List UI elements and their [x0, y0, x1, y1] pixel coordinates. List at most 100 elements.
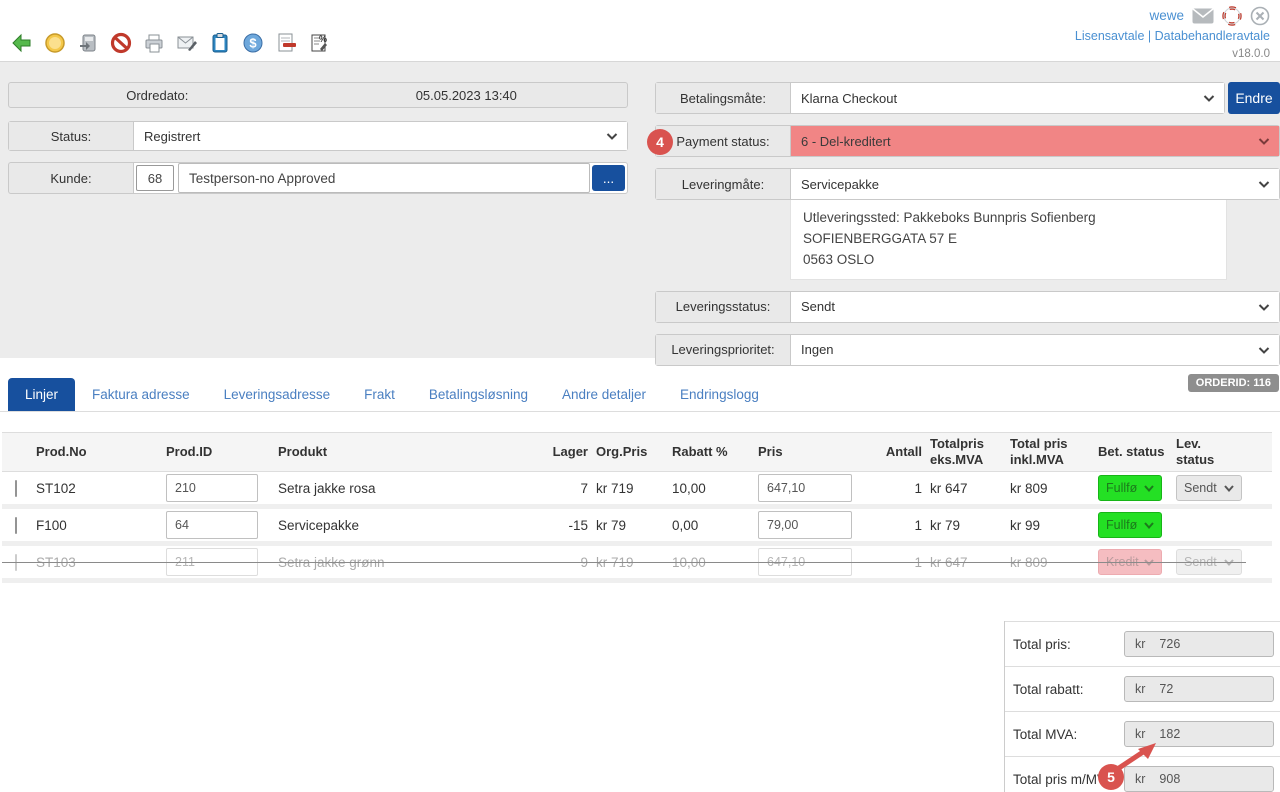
- delivery-status-select[interactable]: Sendt: [791, 292, 1279, 322]
- chevron-down-icon: [606, 129, 618, 144]
- cell-antall: 1: [860, 479, 926, 498]
- chevron-down-icon: [1258, 134, 1270, 149]
- header-right: wewe Lisensavtale | Databehandleravtale …: [1075, 0, 1270, 61]
- order-date-value: 05.05.2023 13:40: [306, 88, 627, 103]
- col-total-inkl: Total pris inkl.MVA: [1006, 434, 1072, 471]
- col-lev-status: Lev. status: [1172, 434, 1246, 471]
- strikethrough-line: [2, 562, 1246, 563]
- cell-rabatt: 0,00: [668, 516, 754, 535]
- delivery-method-row: Leveringmåte: Servicepakke: [655, 168, 1280, 200]
- total-rabatt-label: Total rabatt:: [1013, 682, 1084, 697]
- data-processor-agreement-link[interactable]: Databehandleravtale: [1155, 29, 1270, 43]
- total-pris-value: kr726: [1124, 631, 1274, 657]
- delivery-status-row: Leveringsstatus: Sendt: [655, 291, 1280, 323]
- delivery-method-select[interactable]: Servicepakke: [791, 169, 1279, 199]
- col-pris: Pris: [754, 442, 860, 462]
- annotation-badge-5: 5: [1098, 764, 1124, 790]
- cell-total-inkl: kr 809: [1006, 479, 1094, 498]
- change-payment-button[interactable]: Endre: [1228, 82, 1280, 114]
- order-lines-section: Prod.No Prod.ID Produkt Lager Org.Pris R…: [0, 412, 1280, 792]
- pickup-address-line: 0563 OSLO: [803, 250, 1214, 271]
- payment-status-row: 4 Payment status: 6 - Del-kreditert: [655, 125, 1280, 157]
- customer-id-field[interactable]: [136, 165, 174, 191]
- tab-faktura-adresse[interactable]: Faktura adresse: [75, 378, 207, 411]
- mail-icon[interactable]: [1192, 8, 1214, 24]
- bet-status-select[interactable]: Fullfø: [1098, 475, 1162, 501]
- help-lifering-icon[interactable]: [1222, 6, 1242, 26]
- status-row: Status: Registrert: [8, 121, 628, 151]
- toolbar: $ %: [10, 0, 331, 61]
- col-org-pris: Org.Pris: [592, 442, 668, 462]
- back-icon[interactable]: [10, 31, 34, 55]
- customer-browse-button[interactable]: ...: [592, 165, 625, 191]
- table-row: F100 Servicepakke -15 kr 79 0,00 1 kr 79…: [2, 509, 1272, 546]
- delivery-priority-label: Leveringsprioritet:: [656, 335, 791, 365]
- tab-leveringsadresse[interactable]: Leveringsadresse: [207, 378, 348, 411]
- customer-label: Kunde:: [8, 162, 133, 194]
- annotation-badge-4: 4: [647, 129, 673, 155]
- row-checkbox[interactable]: [15, 480, 17, 497]
- pris-field[interactable]: [758, 511, 852, 539]
- currency-icon[interactable]: $: [241, 31, 265, 55]
- col-bet-status: Bet. status: [1094, 442, 1172, 462]
- payment-method-label: Betalingsmåte:: [656, 83, 791, 113]
- print-icon[interactable]: [142, 31, 166, 55]
- tab-andre-detaljer[interactable]: Andre detaljer: [545, 378, 663, 411]
- username-link[interactable]: wewe: [1149, 6, 1184, 27]
- total-rabatt-value: kr72: [1124, 676, 1274, 702]
- link-separator: |: [1148, 29, 1151, 43]
- total-pris-label: Total pris:: [1013, 637, 1071, 652]
- prod-id-field[interactable]: [166, 511, 258, 539]
- edit-percent-icon[interactable]: %: [307, 31, 331, 55]
- chevron-down-icon: [1258, 299, 1270, 314]
- chevron-down-icon: [1258, 177, 1270, 192]
- clipboard-icon[interactable]: [208, 31, 232, 55]
- cell-produkt: Setra jakke rosa: [274, 479, 532, 498]
- cancel-icon[interactable]: [109, 31, 133, 55]
- order-id-badge: ORDERID: 116: [1188, 374, 1279, 392]
- order-date-row: Ordredato: 05.05.2023 13:40: [8, 82, 628, 108]
- col-produkt: Produkt: [274, 442, 532, 462]
- cell-produkt: Servicepakke: [274, 516, 532, 535]
- tab-betalingslosning[interactable]: Betalingsløsning: [412, 378, 545, 411]
- col-prod-no: Prod.No: [32, 442, 162, 462]
- remove-line-icon[interactable]: [274, 31, 298, 55]
- delivery-status-label: Leveringsstatus:: [656, 292, 791, 322]
- order-details-section: Ordredato: 05.05.2023 13:40 Status: Regi…: [0, 62, 1280, 358]
- total-rabatt-row: Total rabatt: kr72: [1005, 666, 1280, 711]
- chevron-down-icon: [1258, 342, 1270, 357]
- row-checkbox[interactable]: [15, 517, 17, 534]
- card-terminal-icon[interactable]: [76, 31, 100, 55]
- pickup-address-line: Utleveringssted: Pakkeboks Bunnpris Sofi…: [803, 208, 1214, 229]
- prod-id-field[interactable]: [166, 474, 258, 502]
- coin-icon[interactable]: [43, 31, 67, 55]
- cell-prod-no: ST102: [32, 479, 162, 498]
- total-pris-row: Total pris: kr726: [1005, 621, 1280, 666]
- customer-name-field[interactable]: [178, 163, 590, 193]
- bet-status-select[interactable]: Fullfø: [1098, 512, 1162, 538]
- pris-field[interactable]: [758, 474, 852, 502]
- customer-row: Kunde: ...: [8, 162, 628, 194]
- delivery-priority-row: Leveringsprioritet: Ingen ORDERID: 116: [655, 334, 1280, 366]
- tab-frakt[interactable]: Frakt: [347, 378, 412, 411]
- tab-linjer[interactable]: Linjer: [8, 378, 75, 411]
- tab-endringslogg[interactable]: Endringslogg: [663, 378, 776, 411]
- col-prod-id: Prod.ID: [162, 442, 274, 462]
- delivery-priority-select[interactable]: Ingen: [791, 335, 1279, 365]
- cell-lager: -15: [532, 516, 592, 535]
- license-agreement-link[interactable]: Lisensavtale: [1075, 29, 1145, 43]
- cell-rabatt: 10,00: [668, 479, 754, 498]
- lev-status-select[interactable]: Sendt: [1176, 475, 1242, 501]
- status-select[interactable]: Registrert: [134, 122, 627, 150]
- payment-status-select[interactable]: 6 - Del-kreditert: [791, 126, 1279, 156]
- svg-text:$: $: [249, 36, 257, 51]
- payment-method-select[interactable]: Klarna Checkout: [791, 83, 1224, 113]
- email-edit-icon[interactable]: [175, 31, 199, 55]
- close-icon[interactable]: [1250, 6, 1270, 26]
- table-row-credited: ST103 Setra jakke grønn 9 kr 719 10,00 1…: [2, 546, 1272, 583]
- cell-total-eks: kr 79: [926, 516, 1006, 535]
- delivery-method-label: Leveringmåte:: [656, 169, 791, 199]
- payment-status-label: Payment status:: [656, 126, 791, 156]
- payment-method-row: Betalingsmåte: Klarna Checkout Endre: [655, 82, 1280, 114]
- total-mva-label: Total MVA:: [1013, 727, 1077, 742]
